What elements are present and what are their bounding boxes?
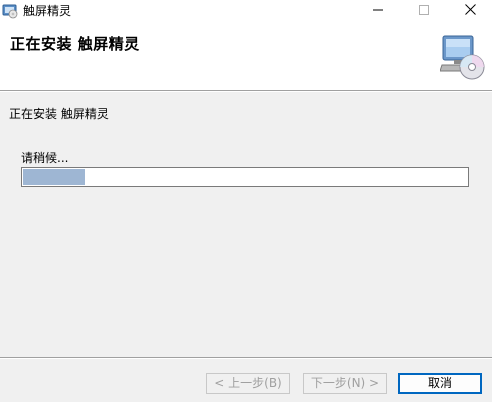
installer-disc-icon: [2, 3, 18, 19]
maximize-icon: [419, 4, 429, 18]
close-icon: [464, 4, 476, 18]
header-banner: 正在安装 触屏精灵: [0, 22, 492, 90]
title-bar[interactable]: 触屏精灵: [0, 0, 492, 22]
window-title: 触屏精灵: [23, 4, 72, 18]
progress-fill: [23, 169, 85, 185]
minimize-icon: [373, 4, 383, 18]
maximize-button[interactable]: [401, 0, 447, 22]
next-button[interactable]: 下一步(N) >: [303, 373, 387, 394]
wait-label: 请稍候...: [21, 151, 69, 165]
cancel-button[interactable]: 取消: [398, 373, 482, 394]
minimize-button[interactable]: [355, 0, 401, 22]
computer-cd-icon: [439, 34, 486, 82]
banner-divider-highlight: [0, 91, 492, 92]
close-button[interactable]: [447, 0, 492, 22]
back-button[interactable]: < 上一步(B): [206, 373, 290, 394]
banner-title: 正在安装 触屏精灵: [10, 35, 140, 53]
footer-divider-highlight: [0, 358, 492, 359]
install-progress-bar: [21, 167, 469, 187]
install-status-text: 正在安装 触屏精灵: [9, 107, 109, 121]
installer-window: 触屏精灵 正在安装 触屏精灵 正在安装 触屏精灵 请稍候... < 上一步(B)…: [0, 0, 492, 402]
